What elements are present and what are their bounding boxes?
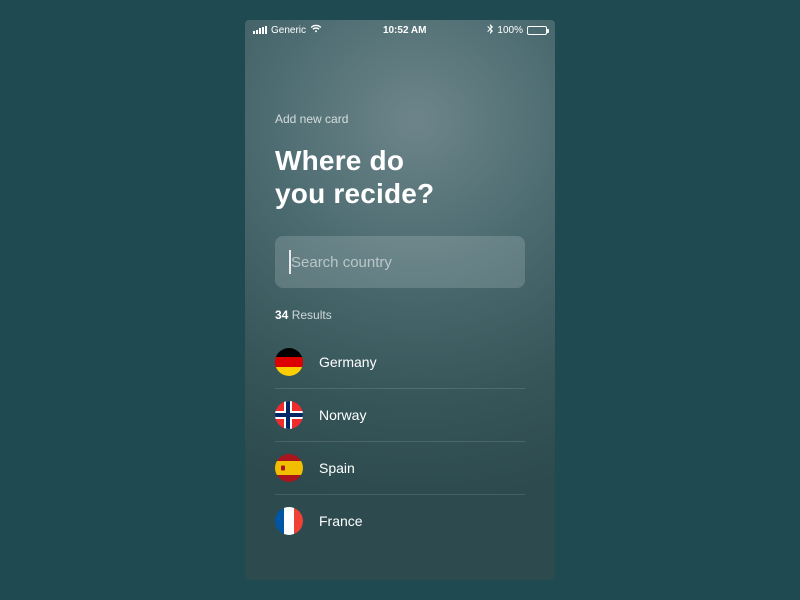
country-name: Germany xyxy=(319,354,377,370)
results-count: 34 xyxy=(275,308,288,322)
flag-icon-france xyxy=(275,507,303,535)
country-name: Norway xyxy=(319,407,366,423)
country-name: Spain xyxy=(319,460,355,476)
phone-frame: Generic 10:52 AM 100% Add new card Where… xyxy=(245,20,555,580)
battery-pct: 100% xyxy=(497,25,523,36)
status-bar: Generic 10:52 AM 100% xyxy=(245,20,555,40)
title-line-1: Where do xyxy=(275,145,404,176)
title-line-2: you recide? xyxy=(275,178,434,209)
results-summary: 34 Results xyxy=(275,308,525,322)
search-field-wrap xyxy=(275,236,525,288)
results-label-text: Results xyxy=(292,308,332,322)
breadcrumb: Add new card xyxy=(275,112,525,126)
country-item-france[interactable]: France xyxy=(275,495,525,547)
clock: 10:52 AM xyxy=(383,25,427,36)
country-name: France xyxy=(319,513,363,529)
text-caret xyxy=(289,250,291,274)
battery-icon xyxy=(527,26,547,35)
search-input[interactable] xyxy=(275,236,525,288)
country-item-spain[interactable]: Spain xyxy=(275,442,525,495)
carrier-label: Generic xyxy=(271,25,306,36)
country-item-norway[interactable]: Norway xyxy=(275,389,525,442)
country-item-germany[interactable]: Germany xyxy=(275,336,525,389)
bluetooth-icon xyxy=(487,24,493,37)
flag-icon-norway xyxy=(275,401,303,429)
signal-icon xyxy=(253,26,267,34)
flag-icon-germany xyxy=(275,348,303,376)
page-title: Where do you recide? xyxy=(275,144,525,210)
wifi-icon xyxy=(310,24,322,36)
country-list: Germany Norway Spain France xyxy=(275,336,525,547)
flag-icon-spain xyxy=(275,454,303,482)
